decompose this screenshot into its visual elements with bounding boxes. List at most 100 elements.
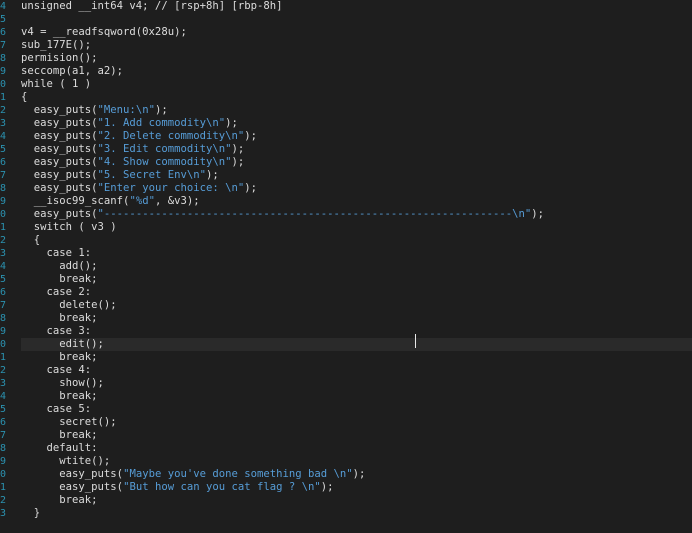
code-text: easy_puts(	[21, 169, 98, 181]
line-number: 7	[0, 170, 7, 181]
code-line[interactable]: break;	[21, 273, 692, 286]
code-line[interactable]: case 5:	[21, 403, 692, 416]
line-number: 7	[0, 300, 7, 311]
string-literal: "Menu:\n"	[97, 104, 155, 116]
code-editor[interactable]: 4 5 6 7 8 9 0 1 2 3 4 5 6 7 8 9 0 1 2 3 4 5 6 7 8 9 0 1 2 3 4 5 6 7 8 9 0 1 2 3…	[0, 0, 692, 521]
code-line[interactable]: case 4:	[21, 364, 692, 377]
code-text: v4 = __readfsqword(0x28u);	[21, 26, 187, 38]
code-text: sub_177E();	[21, 39, 92, 51]
code-text: );	[225, 117, 238, 129]
line-number-gutter: 4 5 6 7 8 9 0 1 2 3 4 5 6 7 8 9 0 1 2 3 4 5 6 7 8 9 0 1 2 3 4 5 6 7 8 9 0 1 2 3…	[0, 0, 9, 521]
code-line[interactable]: case 3:	[21, 325, 692, 338]
line-number: 2	[0, 105, 7, 116]
string-literal: "1. Add commodity\n"	[97, 117, 226, 129]
code-line[interactable]: easy_puts("-----------------------------…	[21, 208, 692, 221]
code-text: );	[352, 468, 366, 480]
code-line[interactable]: easy_puts("Enter your choice: \n");	[21, 182, 692, 195]
code-line-current[interactable]: edit();	[21, 338, 692, 351]
line-number: 8	[0, 313, 7, 324]
code-text: permision();	[21, 52, 98, 64]
code-text: }	[21, 507, 41, 519]
code-line[interactable]: case 2:	[21, 286, 692, 299]
line-number: 3	[0, 508, 7, 519]
code-line[interactable]: easy_puts("5. Secret Env\n");	[21, 169, 692, 182]
code-text: show();	[21, 377, 104, 389]
line-number: 5	[0, 274, 7, 285]
code-line[interactable]: break;	[21, 390, 692, 403]
code-line[interactable]: {	[21, 91, 692, 104]
code-line[interactable]: easy_puts("4. Show commodity\n");	[21, 156, 692, 169]
code-line[interactable]	[21, 520, 692, 533]
code-text: easy_puts(	[21, 468, 124, 480]
code-text: default:	[21, 442, 98, 454]
code-text: easy_puts(	[21, 156, 98, 168]
code-text: easy_puts(	[21, 208, 98, 220]
code-text: easy_puts(	[21, 143, 98, 155]
line-number: 6	[0, 157, 7, 168]
line-number: 0	[0, 79, 7, 90]
code-line[interactable]: delete();	[21, 299, 692, 312]
code-line[interactable]: sub_177E();	[21, 39, 692, 52]
code-line[interactable]: show();	[21, 377, 692, 390]
code-text: easy_puts(	[21, 481, 124, 493]
code-text: break;	[21, 494, 98, 506]
line-number: 9	[0, 456, 7, 467]
line-number: 7	[0, 430, 7, 441]
line-number: 2	[0, 495, 7, 506]
code-line[interactable]: break;	[21, 351, 692, 364]
string-literal: "Maybe you've done something bad \n"	[123, 468, 353, 480]
text-cursor	[415, 334, 416, 348]
code-line[interactable]: permision();	[21, 52, 692, 65]
code-text: );	[205, 169, 219, 181]
code-line[interactable]: break;	[21, 429, 692, 442]
code-text: wtite();	[21, 455, 111, 467]
code-line[interactable]: switch ( v3 )	[21, 221, 692, 234]
code-text: unsigned __int64 v4; // [rsp+8h] [rbp-8h…	[21, 0, 283, 12]
code-line[interactable]: easy_puts("2. Delete commodity\n");	[21, 130, 692, 143]
code-text: );	[531, 208, 545, 220]
line-number: 6	[0, 287, 7, 298]
code-line[interactable]: }	[21, 507, 692, 520]
code-line[interactable]: easy_puts("Maybe you've done something b…	[21, 468, 692, 481]
code-line[interactable]: add();	[21, 260, 692, 273]
code-text: );	[244, 182, 258, 194]
code-line[interactable]: while ( 1 )	[21, 78, 692, 91]
code-text: easy_puts(	[21, 130, 98, 142]
code-line[interactable]	[21, 13, 692, 26]
code-line[interactable]: easy_puts("Menu:\n");	[21, 104, 692, 117]
line-number: 8	[0, 53, 7, 64]
code-line[interactable]: {	[21, 234, 692, 247]
code-line[interactable]: secret();	[21, 416, 692, 429]
code-text: case 4:	[21, 364, 92, 376]
code-line[interactable]: easy_puts("But how can you cat flag ? \n…	[21, 481, 692, 494]
line-number: 4	[0, 391, 7, 402]
line-number: 2	[0, 365, 7, 376]
code-line[interactable]: default:	[21, 442, 692, 455]
line-number: 4	[0, 261, 7, 272]
code-line[interactable]: unsigned __int64 v4; // [rsp+8h] [rbp-8h…	[21, 0, 692, 13]
code-line[interactable]: case 1:	[21, 247, 692, 260]
code-text: break;	[21, 351, 98, 363]
line-number: 1	[0, 352, 7, 363]
code-text: case 3:	[21, 325, 92, 337]
string-literal: "5. Secret Env\n"	[97, 169, 206, 181]
code-line[interactable]: seccomp(a1, a2);	[21, 65, 692, 78]
code-text: easy_puts(	[21, 117, 98, 129]
code-text: );	[231, 156, 245, 168]
code-text: seccomp(a1, a2);	[21, 65, 124, 77]
code-line[interactable]: wtite();	[21, 455, 692, 468]
line-number: 5	[0, 14, 7, 25]
string-literal: "4. Show commodity\n"	[97, 156, 232, 168]
code-text: {	[21, 91, 28, 103]
code-line[interactable]: easy_puts("3. Edit commodity\n");	[21, 143, 692, 156]
code-text: break;	[21, 273, 98, 285]
code-text: delete();	[21, 299, 117, 311]
code-line[interactable]: __isoc99_scanf("%d", &v3);	[21, 195, 692, 208]
code-text: break;	[21, 312, 98, 324]
code-line[interactable]: break;	[21, 312, 692, 325]
code-line[interactable]: easy_puts("1. Add commodity\n");	[21, 117, 692, 130]
code-line[interactable]: break;	[21, 494, 692, 507]
line-number: 8	[0, 183, 7, 194]
string-literal: "Enter your choice: \n"	[97, 182, 245, 194]
code-line[interactable]: v4 = __readfsqword(0x28u);	[21, 26, 692, 39]
